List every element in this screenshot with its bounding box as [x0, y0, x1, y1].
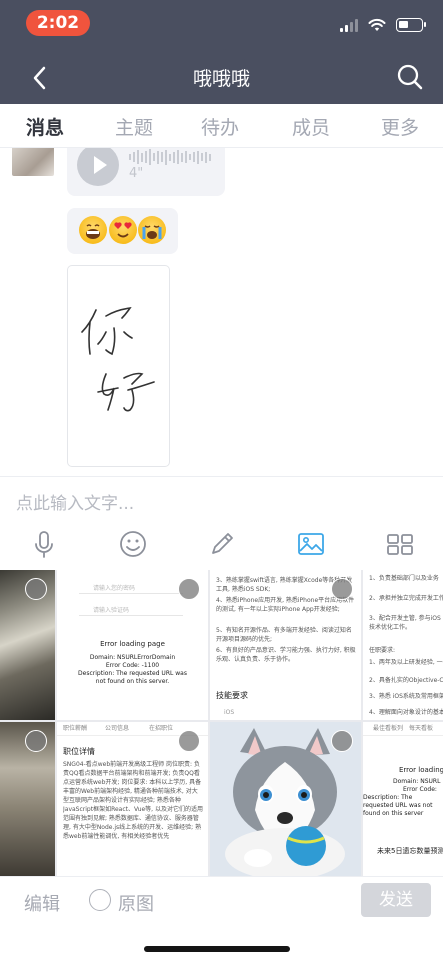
crying-emoji-icon	[138, 216, 166, 244]
select-circle[interactable]	[331, 730, 353, 752]
detail-tab: 最佳看板列	[373, 725, 404, 732]
handwriting-drawing	[81, 306, 155, 412]
error-description: Description: The requested URL was not f…	[78, 670, 187, 685]
error-domain: Domain: NSURL	[393, 778, 441, 785]
password-field: 请输入您的密码	[93, 585, 136, 592]
home-indicator	[144, 946, 290, 952]
text-line: 任职要求:	[369, 647, 396, 654]
photo-gallery[interactable]: 请输入您的密码 请输入验证码 Error loading page Domain…	[0, 570, 443, 876]
waveform-icon	[129, 148, 211, 166]
screenshot-thumbnail[interactable]: 最佳看板列 每天看板 Error loading Domain: NSURL E…	[363, 722, 443, 876]
tab-messages[interactable]: 消息	[15, 113, 75, 140]
pencil-icon[interactable]	[206, 528, 238, 560]
error-code: Error Code: -1100	[105, 662, 160, 669]
error-description: Description: The requested URL was not f…	[363, 794, 433, 817]
select-circle[interactable]	[331, 578, 353, 600]
chart-title: 未来5日遗忘数量预测	[377, 847, 443, 855]
text-line: 6、有良好的产品意识、学习能力强、执行力好, 积极乐观、认真负责、乐于协作。	[216, 647, 356, 663]
original-image-label[interactable]: 原图	[118, 890, 154, 916]
voice-duration: 4"	[129, 166, 144, 181]
tag-label: iOS	[224, 709, 235, 716]
tab-todo[interactable]: 待办	[190, 113, 250, 140]
error-domain: Domain: NSURLErrorDomain	[89, 654, 176, 661]
select-circle[interactable]	[178, 578, 200, 600]
text-line: 2、具备扎实的Objective-C基础	[369, 677, 443, 684]
status-icons	[340, 17, 426, 33]
husky-image[interactable]	[210, 722, 361, 876]
text-line: 1、两年及以上研发经验, 一年以上	[369, 659, 443, 666]
section-title: 技能要求	[216, 691, 248, 700]
grid-more-icon[interactable]	[384, 528, 416, 560]
detail-title: 职位详情	[63, 747, 95, 756]
select-circle[interactable]	[25, 578, 47, 600]
handwriting-image[interactable]	[67, 265, 170, 467]
input-toolbar	[0, 520, 443, 570]
detail-tab: 公司信息	[105, 725, 130, 732]
screenshot-thumbnail[interactable]: 1、负责基础部门以及业务 2、承担并独立完成开发工作 3、配合开发主管, 参与i…	[363, 570, 443, 720]
screenshot-thumbnail[interactable]: 3、熟练掌握swift语言, 熟练掌握Xcode等各种开发工具, 熟悉iOS S…	[210, 570, 361, 720]
grin-emoji-icon	[79, 216, 107, 244]
screenshot-thumbnail[interactable]: 职位薪酬 公司信息 在招职位 职位详情 SNG04-看点web前端开发高级工程师…	[57, 722, 208, 876]
search-icon[interactable]	[395, 62, 425, 92]
bottom-bar: 编辑 原图 发送	[0, 876, 443, 926]
tab-bar: 消息 主题 待办 成员 更多	[0, 104, 443, 148]
tab-topics[interactable]: 主题	[104, 113, 164, 140]
photo-thumbnail[interactable]	[0, 570, 55, 720]
image-icon[interactable]	[295, 528, 327, 560]
error-code: Error Code:	[403, 786, 437, 793]
voice-message[interactable]: 4"	[67, 148, 225, 196]
detail-body: SNG04-看点web前端开发高级工程师 岗位职责: 负责QQ看点数据平台前端架…	[63, 761, 203, 840]
photo-thumbnail[interactable]	[0, 722, 55, 876]
text-line: 4、理解面向对象设计的基本原则	[369, 709, 443, 716]
select-circle[interactable]	[178, 730, 200, 752]
screenshot-thumbnail[interactable]: 请输入您的密码 请输入验证码 Error loading page Domain…	[57, 570, 208, 720]
text-line: 4、熟悉iPhone应用开发, 熟悉iPhone平台应用软件的测试, 有一年以上…	[216, 597, 355, 613]
page-title: 哦哦哦	[192, 68, 250, 90]
send-button[interactable]: 发送	[361, 883, 431, 917]
message-input[interactable]: 点此输入文字...	[0, 476, 443, 520]
microphone-icon[interactable]	[28, 528, 60, 560]
wifi-icon	[368, 18, 386, 31]
header: 2:02 哦哦哦	[0, 0, 443, 104]
battery-icon	[396, 18, 426, 32]
text-line: 5、有知名开源作品、有多端开发经验、阅读过知名开源项目源码的优先;	[216, 627, 352, 643]
text-line: 2、承担并独立完成开发工作	[369, 595, 443, 602]
text-line: 3、熟悉 iOS系统及常用框架, 熟悉	[369, 693, 443, 700]
detail-tab: 职位薪酬	[63, 725, 88, 732]
status-time: 2:02	[26, 10, 90, 36]
detail-tab: 在招职位	[149, 725, 174, 732]
detail-tab: 每天看板	[409, 725, 434, 732]
select-circle[interactable]	[25, 730, 47, 752]
avatar[interactable]	[12, 148, 54, 176]
text-line: 3、配合开发主管, 参与iOS技术优化工作。	[369, 615, 441, 631]
message-list[interactable]: 4"	[0, 148, 443, 476]
tab-more[interactable]: 更多	[370, 113, 430, 140]
original-image-radio[interactable]	[89, 889, 111, 911]
emoji-message[interactable]	[67, 208, 178, 254]
play-icon[interactable]	[77, 148, 119, 186]
emoji-icon[interactable]	[117, 528, 149, 560]
error-title: Error loading page	[100, 640, 165, 648]
edit-button[interactable]: 编辑	[24, 890, 60, 916]
text-line: 1、负责基础部门以及业务	[369, 575, 439, 582]
captcha-field: 请输入验证码	[93, 607, 130, 614]
signal-icon	[340, 18, 358, 32]
tab-members[interactable]: 成员	[281, 113, 341, 140]
input-placeholder[interactable]: 点此输入文字...	[16, 489, 134, 514]
error-title: Error loading	[399, 766, 443, 774]
heart-eyes-emoji-icon	[109, 216, 137, 244]
